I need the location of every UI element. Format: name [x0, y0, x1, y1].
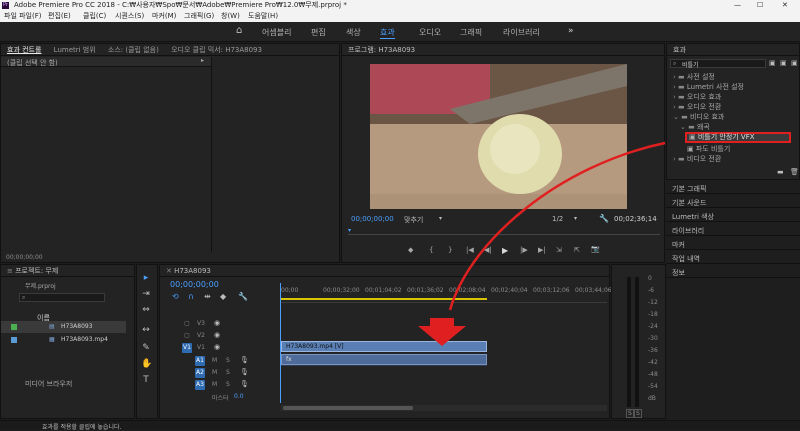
curved-arrow-line	[448, 141, 666, 311]
drag-annotation-arrow	[418, 141, 666, 346]
down-arrow-icon	[418, 318, 466, 346]
